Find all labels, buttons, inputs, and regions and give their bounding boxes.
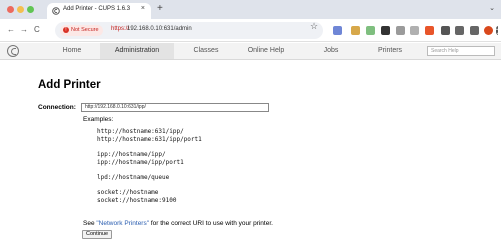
reading-list-icon[interactable] — [455, 26, 464, 35]
maximize-window-button[interactable] — [27, 6, 34, 13]
continue-button[interactable]: Continue — [82, 230, 113, 239]
tab-close-icon[interactable]: × — [141, 5, 145, 12]
extension-a-icon[interactable] — [333, 26, 342, 35]
extension-h-icon[interactable] — [441, 26, 450, 35]
minimize-window-button[interactable] — [17, 6, 24, 13]
extension-e-icon[interactable] — [396, 26, 405, 35]
cups-favicon-icon — [52, 7, 60, 15]
connection-label: Connection: — [38, 104, 76, 111]
help-note: See "Network Printers" for the correct U… — [83, 220, 273, 227]
extension-d-icon[interactable] — [381, 26, 390, 35]
address-bar[interactable]: ! Not Secure https:// 192.168.0.10:631/ad… — [55, 22, 323, 39]
new-tab-button[interactable]: + — [157, 3, 163, 15]
reload-icon[interactable]: C — [34, 25, 40, 35]
uri-example: socket://hostname — [97, 189, 159, 196]
browser-tab-strip: Add Printer - CUPS 1.6.3 × + ⌄ — [0, 0, 501, 19]
forward-icon[interactable]: → — [20, 25, 28, 35]
nav-administration[interactable]: Administration — [100, 43, 174, 59]
security-label: Not Secure — [71, 27, 99, 33]
nav-printers[interactable]: Printers — [364, 43, 416, 59]
cups-logo-icon[interactable] — [7, 45, 19, 57]
kebab-menu-icon[interactable] — [496, 26, 498, 35]
security-indicator[interactable]: ! Not Secure — [60, 25, 103, 36]
side-panel-icon[interactable] — [470, 26, 479, 35]
extension-f-icon[interactable] — [410, 26, 419, 35]
nav-online-help[interactable]: Online Help — [237, 43, 295, 59]
close-window-button[interactable] — [7, 6, 14, 13]
nav-classes[interactable]: Classes — [185, 43, 227, 59]
examples-label: Examples: — [83, 116, 114, 123]
tab-search-icon[interactable]: ⌄ — [489, 4, 495, 12]
profile-avatar-icon[interactable] — [484, 26, 493, 35]
browser-tab[interactable]: Add Printer - CUPS 1.6.3 × — [47, 3, 151, 19]
bookmark-star-icon[interactable]: ☆ — [310, 21, 318, 32]
help-note-suffix: for the correct URI to use with your pri… — [149, 220, 273, 227]
uri-example: ipp://hostname/ipp/port1 — [97, 159, 184, 166]
uri-example: http://hostname:631/ipp/ — [97, 128, 184, 135]
back-icon[interactable]: ← — [7, 25, 15, 35]
tab-title: Add Printer - CUPS 1.6.3 — [63, 6, 131, 12]
uri-example: socket://hostname:9100 — [97, 197, 177, 204]
search-help-input[interactable]: Search Help — [427, 46, 495, 56]
network-printers-link[interactable]: "Network Printers" — [96, 220, 149, 227]
nav-jobs[interactable]: Jobs — [310, 43, 352, 59]
uri-example: ipp://hostname/ipp/ — [97, 151, 166, 158]
uri-example: lpd://hostname/queue — [97, 174, 170, 181]
browser-toolbar: ← → C ! Not Secure https:// 192.168.0.10:… — [0, 19, 501, 42]
extension-b-icon[interactable] — [351, 26, 360, 35]
cups-navigation-bar: Home Administration Classes Online Help … — [0, 43, 501, 60]
help-note-prefix: See — [83, 220, 97, 227]
url-text: 192.168.0.10:631/admin — [127, 26, 192, 32]
uri-example: http://hostname:631/ipp/port1 — [97, 136, 202, 143]
page-title: Add Printer — [38, 79, 101, 91]
warning-icon: ! — [63, 26, 69, 33]
connection-uri-input[interactable]: http://192.168.0.10:631/ipp/ — [81, 103, 269, 112]
uri-examples: http://hostname:631/ipp/http://hostname:… — [97, 128, 202, 205]
extension-g-icon[interactable] — [425, 26, 434, 35]
extension-c-icon[interactable] — [366, 26, 375, 35]
nav-home[interactable]: Home — [50, 43, 94, 59]
